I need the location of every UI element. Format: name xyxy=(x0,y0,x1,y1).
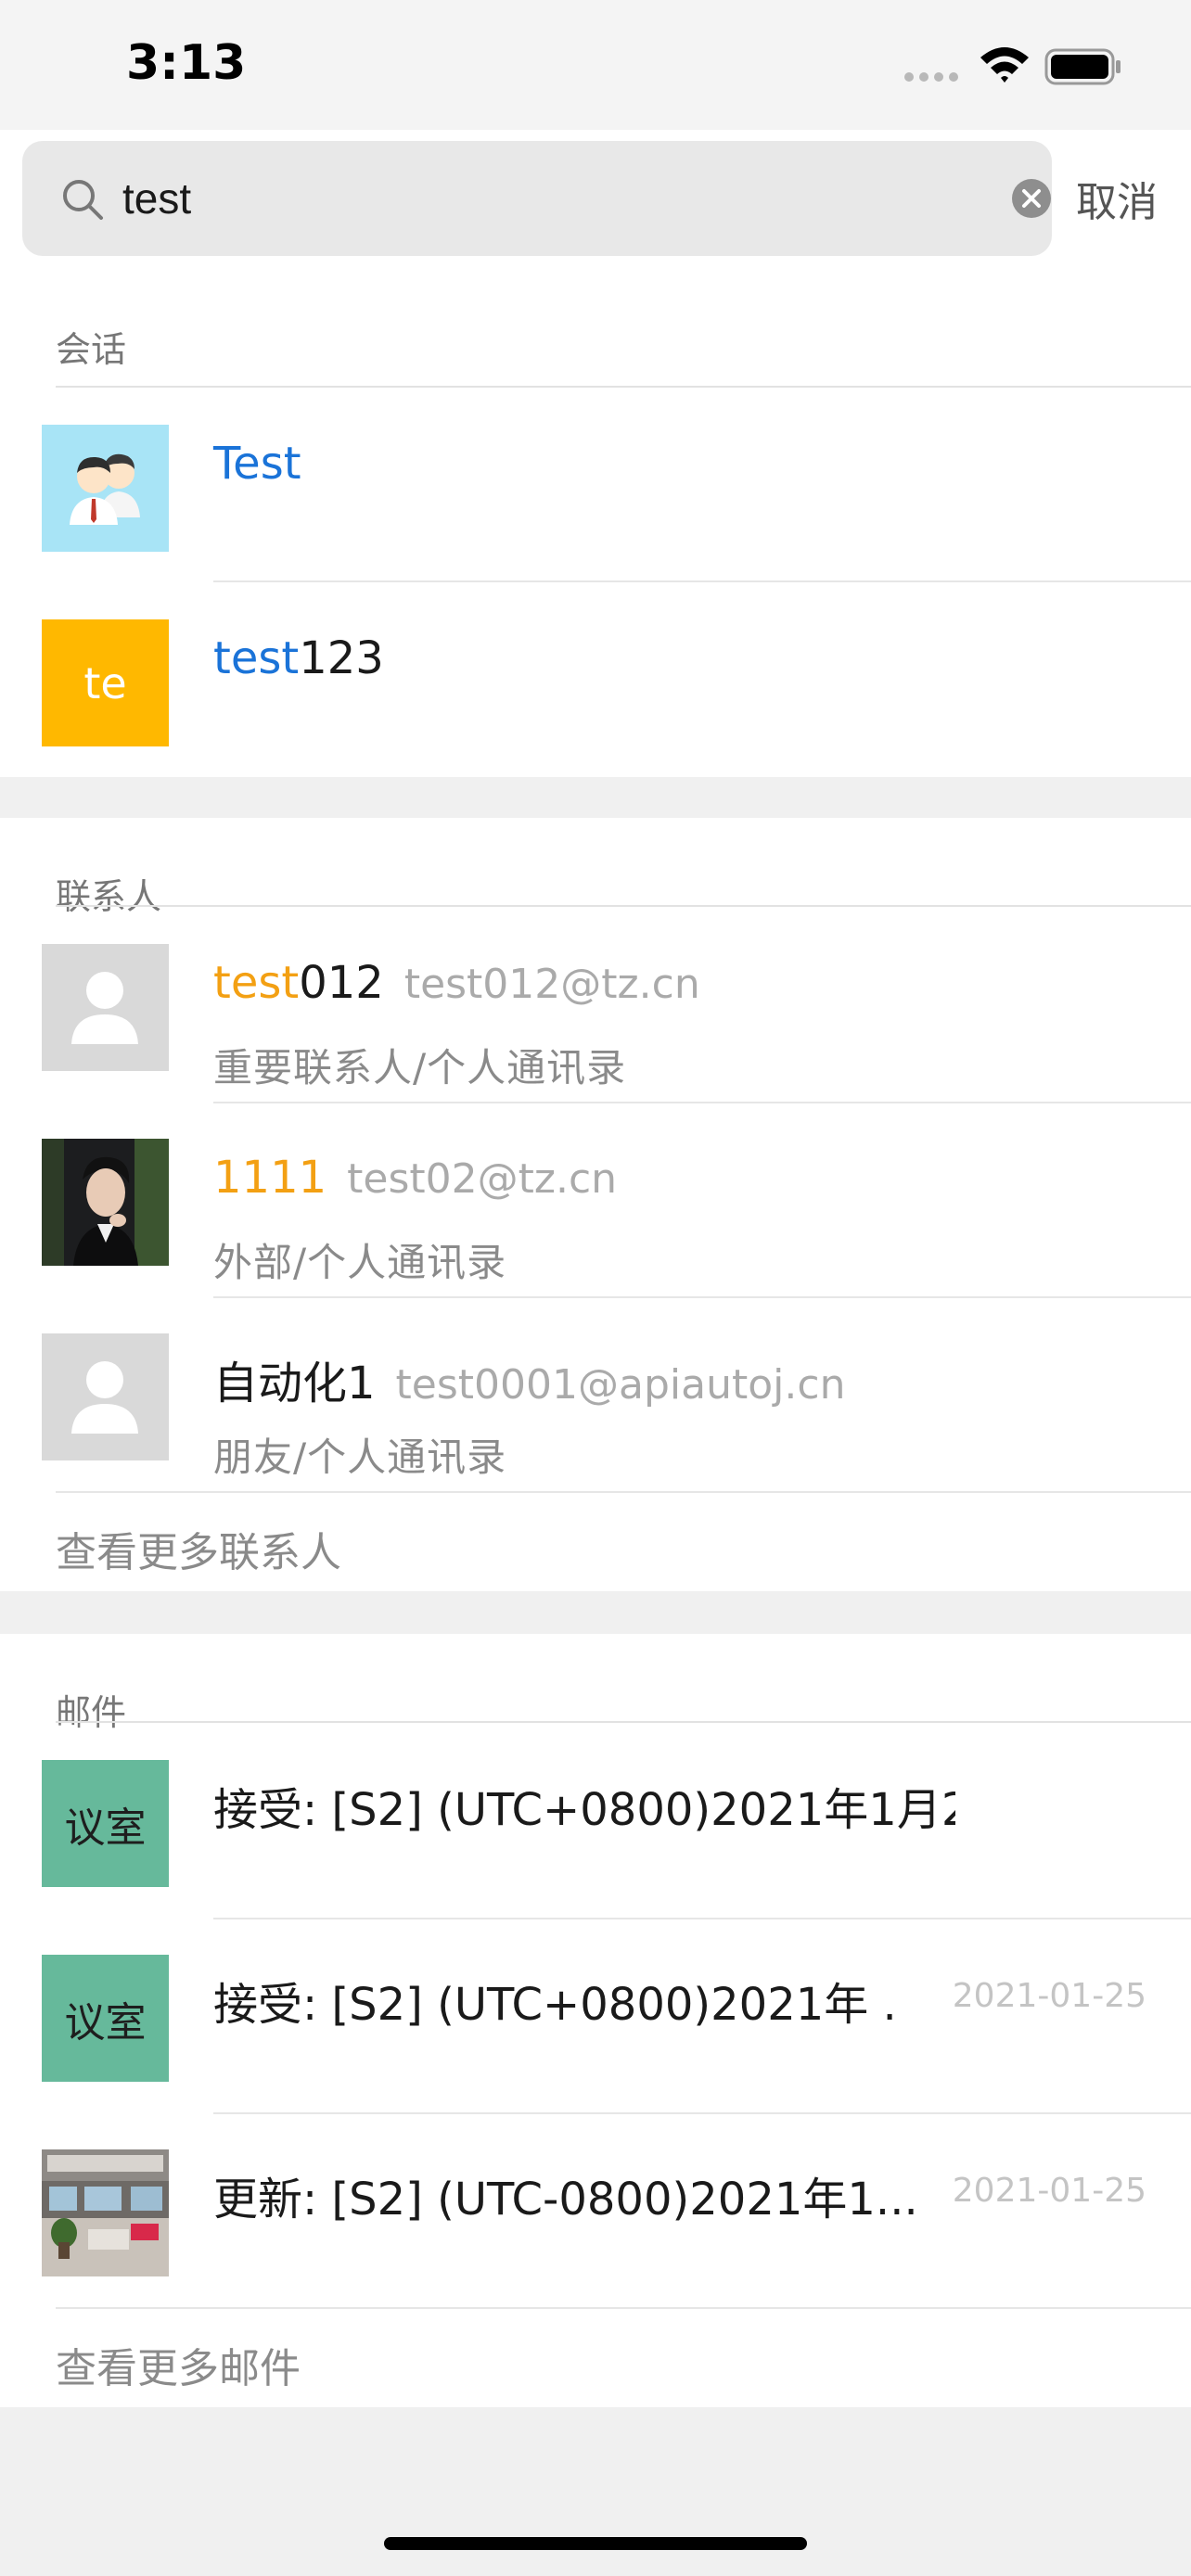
search-input[interactable] xyxy=(122,158,985,239)
contact-group: 朋友/个人通讯录 xyxy=(213,1435,507,1480)
search-bar: 取消 xyxy=(0,130,1191,271)
contact-email: test012@tz.cn xyxy=(403,961,700,1008)
status-time: 3:13 xyxy=(126,35,247,91)
mail-subject: 接受: [S2] (UTC+0800)2021年1月25日... xyxy=(213,1784,955,1836)
mail-section: 邮件 议室 接受: [S2] (UTC+0800)2021年1月25日... 议… xyxy=(0,1634,1191,2407)
contact-name: 1111 test02@tz.cn xyxy=(213,1152,618,1204)
mail-sender-avatar: 议室 xyxy=(42,1955,169,2082)
conversation-title: test123 xyxy=(213,632,384,684)
wifi-icon xyxy=(980,47,1029,83)
office-photo xyxy=(42,2149,169,2276)
cellular-signal-icon xyxy=(904,72,958,82)
contact-email: test02@tz.cn xyxy=(347,1155,618,1203)
mail-sender-avatar: 议室 xyxy=(42,1760,169,1887)
status-bar: 3:13 xyxy=(0,0,1191,130)
view-more-mail-link[interactable]: 查看更多邮件 xyxy=(56,2335,301,2394)
conversation-title: Test xyxy=(213,438,301,490)
mail-item[interactable]: 议室 接受: [S2] (UTC+0800)2021年1月25日... xyxy=(0,1723,1191,1918)
mail-subject: 接受: [S2] (UTC+0800)2021年 ... xyxy=(213,1979,900,2031)
photo-avatar xyxy=(42,1139,169,1266)
search-icon xyxy=(63,180,103,220)
conversation-item[interactable]: Test xyxy=(0,388,1191,582)
group-people-icon xyxy=(70,453,140,525)
clear-search-icon[interactable] xyxy=(1011,178,1052,219)
search-box[interactable] xyxy=(22,141,1052,256)
mail-date: 2021-01-25 xyxy=(952,2172,1146,2210)
default-avatar xyxy=(42,1333,169,1460)
mail-item[interactable]: 议室 接受: [S2] (UTC+0800)2021年 ... 2021-01-… xyxy=(0,1918,1191,2112)
contact-group: 外部/个人通讯录 xyxy=(213,1240,507,1285)
mail-subject: 更新: [S2] (UTC-0800)2021年1... xyxy=(213,2174,918,2225)
contacts-section: 联系人 test012 test012@tz.cn 重要联系人/个人通讯录 11… xyxy=(0,818,1191,1591)
contact-group: 重要联系人/个人通讯录 xyxy=(213,1045,627,1090)
view-more-contacts-link[interactable]: 查看更多联系人 xyxy=(56,1519,341,1578)
profile-photo xyxy=(42,1139,169,1266)
divider xyxy=(56,2307,1191,2309)
contact-name: test012 test012@tz.cn xyxy=(213,957,700,1009)
group-avatar xyxy=(42,425,169,552)
mail-date: 2021-01-25 xyxy=(952,1977,1146,2015)
conversation-item[interactable]: te test123 xyxy=(0,582,1191,777)
contact-item[interactable]: test012 test012@tz.cn 重要联系人/个人通讯录 xyxy=(0,907,1191,1102)
default-avatar xyxy=(42,944,169,1071)
person-icon xyxy=(71,1361,138,1434)
mail-item[interactable]: 更新: [S2] (UTC-0800)2021年1... 2021-01-25 xyxy=(0,2112,1191,2307)
contact-item[interactable]: 1111 test02@tz.cn 外部/个人通讯录 xyxy=(0,1102,1191,1296)
contact-item[interactable]: 自动化1 test0001@apiautoj.cn 朋友/个人通讯录 xyxy=(0,1296,1191,1491)
battery-icon xyxy=(1044,48,1121,85)
section-header-conversations: 会话 xyxy=(56,329,127,370)
text-avatar: te xyxy=(42,619,169,746)
home-indicator[interactable] xyxy=(384,2537,807,2550)
contact-name: 自动化1 test0001@apiautoj.cn xyxy=(213,1358,846,1409)
contact-email: test0001@apiautoj.cn xyxy=(395,1361,846,1409)
person-icon xyxy=(71,972,138,1044)
conversations-section: 会话 Test te test123 xyxy=(0,271,1191,777)
mail-sender-avatar xyxy=(42,2149,169,2276)
cancel-button[interactable]: 取消 xyxy=(1076,169,1158,228)
divider xyxy=(56,1491,1191,1493)
